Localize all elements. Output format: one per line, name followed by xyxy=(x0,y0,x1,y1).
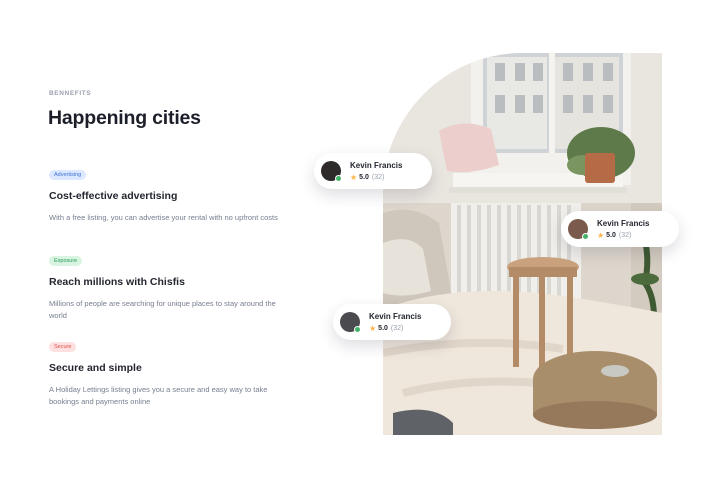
online-status-icon xyxy=(335,175,342,182)
benefit-description: With a free listing, you can advertise y… xyxy=(49,213,278,222)
benefit-title: Reach millions with Chisfis xyxy=(49,276,185,288)
star-icon: ★ xyxy=(597,230,605,240)
rating-score: 5.0 xyxy=(359,173,369,181)
benefit-title: Cost-effective advertising xyxy=(49,190,178,202)
rating-score: 5.0 xyxy=(606,231,616,239)
rating-count: (32) xyxy=(618,231,632,239)
benefit-item: Secure Secure and simple A Holiday Letti… xyxy=(49,335,289,408)
benefit-title: Secure and simple xyxy=(49,362,142,374)
benefit-tag: Exposure xyxy=(49,256,83,266)
section-eyebrow: BENNEFITS xyxy=(49,90,92,97)
section-title: Happening cities xyxy=(48,107,201,129)
avatar xyxy=(340,312,361,333)
benefit-item: Exposure Reach millions with Chisfis Mil… xyxy=(49,249,289,322)
reviewer-name: Kevin Francis xyxy=(369,311,422,321)
benefit-tag: Advertising xyxy=(49,170,87,180)
reviewer-name: Kevin Francis xyxy=(350,160,403,170)
rating-count: (32) xyxy=(390,324,404,332)
avatar xyxy=(321,161,342,182)
rating-score: 5.0 xyxy=(378,324,388,332)
rating: ★ 5.0 (32) xyxy=(597,231,649,240)
benefit-tag: Secure xyxy=(49,342,77,352)
benefit-description: A Holiday Lettings listing gives you a s… xyxy=(49,385,268,406)
star-icon: ★ xyxy=(369,323,377,333)
rating: ★ 5.0 (32) xyxy=(350,173,402,182)
star-icon: ★ xyxy=(350,172,358,182)
avatar xyxy=(568,219,589,240)
rating: ★ 5.0 (32) xyxy=(369,324,421,333)
rating-count: (32) xyxy=(371,173,385,181)
online-status-icon xyxy=(354,326,361,333)
review-card[interactable]: Kevin Francis ★ 5.0 (32) xyxy=(561,211,679,247)
review-card[interactable]: Kevin Francis ★ 5.0 (32) xyxy=(333,304,451,340)
benefit-item: Advertising Cost-effective advertising W… xyxy=(49,163,289,224)
reviewer-name: Kevin Francis xyxy=(597,218,650,228)
benefit-description: Millions of people are searching for uni… xyxy=(49,299,276,320)
online-status-icon xyxy=(582,233,589,240)
review-card[interactable]: Kevin Francis ★ 5.0 (32) xyxy=(314,153,432,189)
